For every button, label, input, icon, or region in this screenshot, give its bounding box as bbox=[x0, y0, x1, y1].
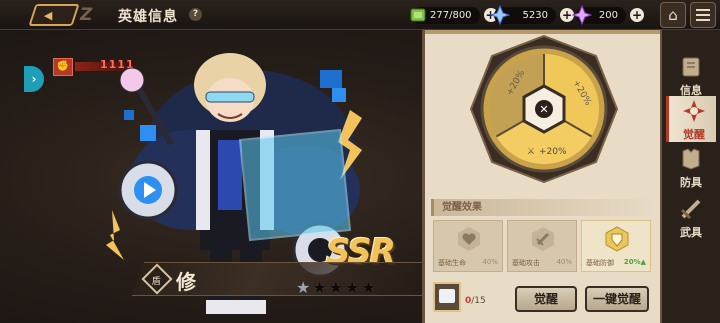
awaken-wheel: ✕ +20% +20% +20% ⚔ bbox=[469, 34, 619, 184]
stat-label: 基础防御 bbox=[586, 259, 614, 267]
resource-blue-crystal: 5230 + bbox=[490, 5, 574, 25]
back-arrow-icon: ◀ bbox=[43, 9, 53, 22]
awaken-effects-title: 觉醒效果 bbox=[431, 199, 659, 216]
material-count: 0/15 bbox=[465, 296, 486, 306]
star-icon: ★ bbox=[345, 278, 360, 297]
purple-crystal-icon bbox=[572, 5, 592, 25]
help-icon[interactable]: ? bbox=[189, 8, 202, 21]
tab-awaken[interactable]: 觉醒 bbox=[666, 96, 716, 142]
stat-label: 基础攻击 bbox=[512, 259, 540, 267]
resource-stamina: 277/800 + bbox=[410, 5, 498, 25]
star-icon: ★ bbox=[328, 278, 344, 297]
hero-name: 修 bbox=[176, 270, 196, 294]
back-button[interactable]: ◀ bbox=[28, 4, 80, 26]
tab-info[interactable]: 信息 bbox=[666, 52, 716, 98]
chevron-right-icon: › bbox=[31, 72, 37, 86]
star-icon: ★ bbox=[312, 278, 327, 297]
armor-icon bbox=[682, 148, 700, 170]
green-gem-icon bbox=[410, 8, 426, 22]
tab-armor[interactable]: 防具 bbox=[666, 144, 716, 190]
stat-card-hp[interactable]: 基础生命 40% bbox=[433, 220, 503, 272]
stat-card-attack[interactable]: 基础攻击 40% bbox=[507, 220, 577, 272]
wheel-seg-bottom-label: +20% bbox=[539, 147, 567, 157]
top-bar: ◀ Z 英雄信息 ? 277/800 + 5230 + 200 + ⌂ bbox=[0, 0, 720, 30]
sword-icon bbox=[532, 227, 554, 251]
star-icon: ★ bbox=[296, 278, 311, 297]
stat-label: 基础生命 bbox=[438, 259, 466, 267]
tab-label: 防具 bbox=[680, 176, 702, 189]
blue-crystal-icon bbox=[490, 5, 510, 25]
hero-info-screen: ◀ Z 英雄信息 ? 277/800 + 5230 + 200 + ⌂ › ✊ … bbox=[0, 0, 720, 323]
shield-icon bbox=[605, 226, 629, 252]
stat-value: 40% bbox=[556, 258, 572, 266]
stat-value: 20%▲ bbox=[623, 258, 646, 266]
menu-button[interactable] bbox=[690, 2, 716, 28]
tab-weapon[interactable]: 武具 bbox=[666, 194, 716, 240]
add-purple-crystal-button[interactable]: + bbox=[630, 8, 644, 22]
svg-text:⚔: ⚔ bbox=[527, 147, 535, 157]
game-logo-icon: Z bbox=[80, 5, 93, 25]
home-button[interactable]: ⌂ bbox=[660, 2, 686, 28]
svg-text:✕: ✕ bbox=[539, 103, 548, 116]
awaken-icon bbox=[683, 100, 705, 122]
stat-card-defense[interactable]: 基础防御 20%▲ bbox=[581, 220, 651, 272]
fist-icon: ✊ bbox=[53, 58, 73, 76]
one-click-awaken-button[interactable]: 一键觉醒 bbox=[585, 286, 649, 312]
page-title: 英雄信息 bbox=[118, 9, 178, 25]
stat-value: 40% bbox=[482, 258, 498, 266]
scroll-item-icon bbox=[439, 289, 455, 303]
home-icon: ⌂ bbox=[668, 6, 678, 24]
tab-label: 觉醒 bbox=[683, 128, 705, 141]
tab-label: 武具 bbox=[680, 226, 702, 239]
star-icon: ★ bbox=[361, 278, 376, 297]
prev-hero-button[interactable]: › bbox=[24, 66, 44, 92]
resource-purple-crystal: 200 + bbox=[572, 5, 644, 25]
weapon-icon bbox=[680, 199, 701, 220]
book-icon bbox=[682, 57, 700, 77]
material-slot[interactable] bbox=[433, 282, 461, 312]
heart-icon bbox=[458, 227, 480, 251]
star-rating: ★ ★ ★ ★ ★ bbox=[296, 280, 376, 296]
side-tabs: 信息 觉醒 防具 武具 bbox=[662, 30, 720, 323]
awaken-button[interactable]: 觉醒 bbox=[515, 286, 577, 312]
awaken-panel: ✕ +20% +20% +20% ⚔ 觉醒效果 基础生命 40% 基础攻击 40… bbox=[422, 30, 662, 323]
